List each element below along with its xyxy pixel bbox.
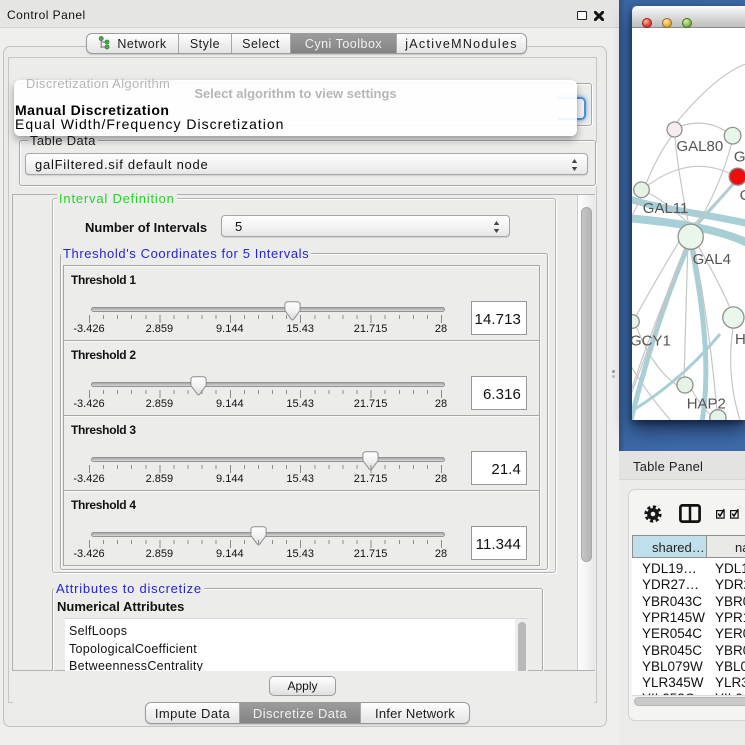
svg-text:CY: CY xyxy=(740,187,745,204)
svg-text:HIS: HIS xyxy=(735,331,745,348)
svg-text:GAL11: GAL11 xyxy=(643,200,689,217)
svg-text:GCY1: GCY1 xyxy=(632,333,671,350)
svg-text:GAL4: GAL4 xyxy=(693,251,731,268)
svg-text:GAL: GAL xyxy=(734,149,745,166)
svg-text:GAL80: GAL80 xyxy=(677,138,724,155)
svg-text:HAP2: HAP2 xyxy=(687,395,726,412)
